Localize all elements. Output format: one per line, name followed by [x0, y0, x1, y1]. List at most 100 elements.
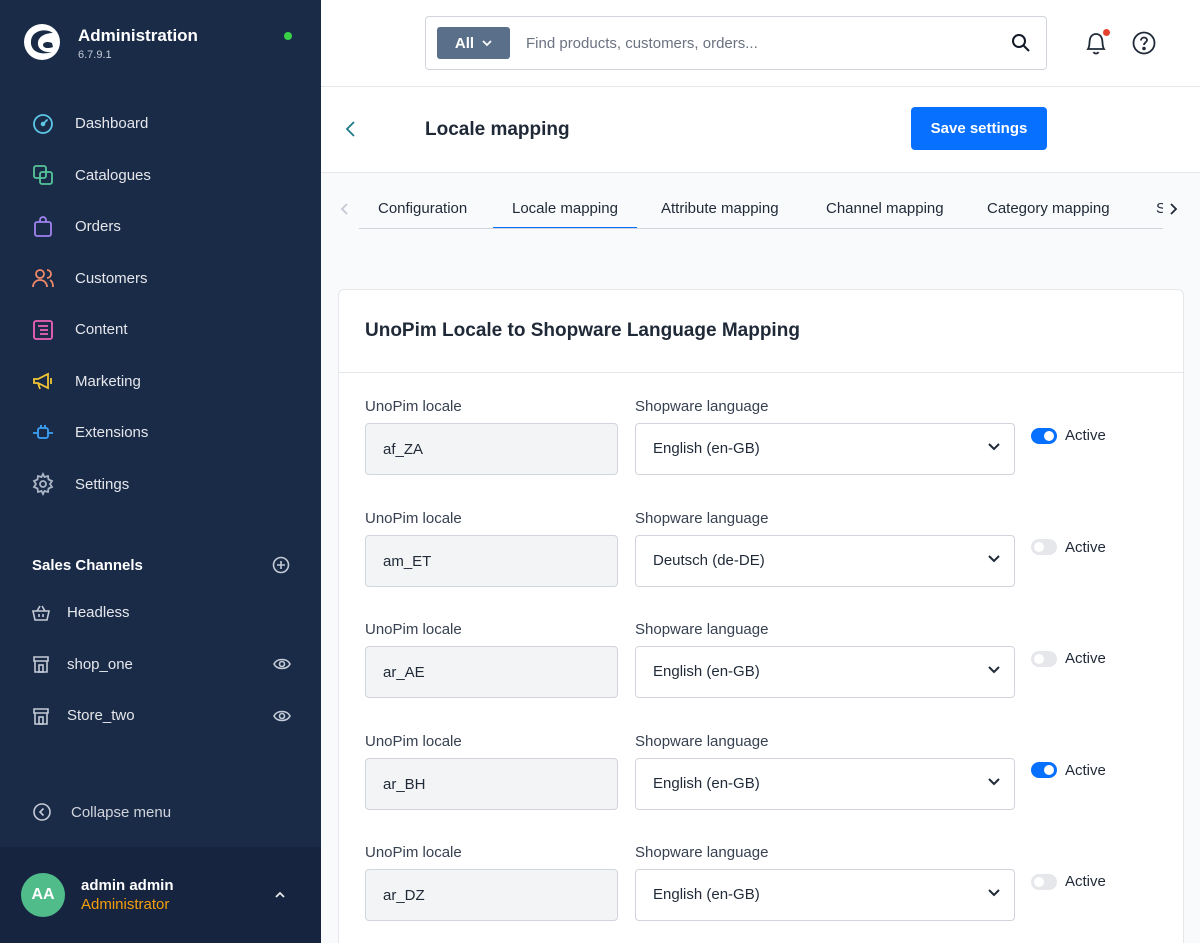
brand[interactable]: Administration 6.7.9.1 — [22, 22, 198, 62]
toggle-switch[interactable] — [1031, 427, 1057, 444]
basket-icon — [31, 601, 51, 625]
nav-label: Settings — [75, 475, 130, 493]
card-title: UnoPim Locale to Shopware Language Mappi… — [365, 320, 800, 341]
user-role: Administrator — [81, 896, 170, 913]
locale-label: UnoPim locale — [365, 844, 462, 861]
sales-channel-list: Headless shop_one Store_two — [0, 587, 321, 742]
nav-item-dashboard[interactable]: Dashboard — [0, 98, 321, 150]
sales-channel-store-two[interactable]: Store_two — [0, 690, 321, 742]
nav-label: Extensions — [75, 424, 149, 442]
active-label: Active — [1065, 873, 1106, 890]
chevron-down-icon — [482, 40, 492, 47]
tab-locale-mapping[interactable]: Locale mapping — [493, 191, 637, 228]
toggle-switch[interactable] — [1031, 873, 1057, 890]
language-label: Shopware language — [635, 621, 769, 638]
nav-label: Marketing — [75, 372, 141, 390]
sales-channels-header: Sales Channels — [32, 554, 290, 576]
sales-channel-headless[interactable]: Headless — [0, 587, 321, 639]
app-title: Administration — [78, 26, 198, 45]
chevron-down-icon — [988, 443, 1000, 451]
nav-item-customers[interactable]: Customers — [0, 253, 321, 305]
language-select-value: English (en-GB) — [653, 663, 760, 680]
tab-strip: Configuration Locale mapping Attribute m… — [359, 191, 1163, 229]
nav-item-marketing[interactable]: Marketing — [0, 356, 321, 408]
language-label: Shopware language — [635, 398, 769, 415]
active-label: Active — [1065, 761, 1106, 779]
user-menu[interactable]: AA admin admin Administrator — [0, 847, 321, 943]
locale-field: ar_DZ — [365, 869, 618, 921]
search-icon — [1012, 34, 1030, 52]
chevron-up-icon[interactable] — [272, 887, 288, 903]
language-select[interactable]: English (en-GB) — [635, 646, 1015, 698]
shopware-logo-icon — [24, 24, 60, 60]
help-icon[interactable] — [1131, 30, 1157, 56]
nav-item-settings[interactable]: Settings — [0, 459, 321, 511]
eye-icon[interactable] — [273, 709, 291, 723]
language-label: Shopware language — [635, 732, 769, 750]
tab-attribute-mapping[interactable]: Attribute mapping — [642, 191, 798, 228]
shopping-bag-icon — [31, 215, 55, 239]
mapping-row: UnoPim locale Shopware language ar_BH En… — [339, 725, 1183, 837]
locale-label: UnoPim locale — [365, 621, 462, 638]
language-select[interactable]: English (en-GB) — [635, 423, 1015, 475]
nav-item-catalogues[interactable]: Catalogues — [0, 150, 321, 202]
active-toggle[interactable]: Active — [1031, 427, 1106, 444]
locale-field: ar_AE — [365, 646, 618, 698]
sales-channels-title: Sales Channels — [32, 556, 143, 574]
sales-channel-label: Headless — [67, 604, 130, 622]
add-sales-channel-icon[interactable] — [272, 556, 290, 574]
search-scope-dropdown[interactable]: All — [437, 27, 510, 59]
tab-category-mapping[interactable]: Category mapping — [968, 191, 1129, 228]
storefront-icon — [31, 704, 51, 728]
tab-bar: Configuration Locale mapping Attribute m… — [321, 173, 1200, 231]
nav-label: Orders — [75, 218, 121, 236]
language-select-value: English (en-GB) — [653, 886, 760, 903]
nav-item-extensions[interactable]: Extensions — [0, 407, 321, 459]
active-label: Active — [1065, 427, 1106, 444]
tab-scroll-right-icon[interactable] — [1168, 202, 1178, 216]
mapping-row: UnoPim locale Shopware language ar_AE En… — [339, 613, 1183, 725]
online-status-dot — [284, 32, 292, 40]
collapse-icon — [31, 800, 53, 824]
megaphone-icon — [31, 369, 55, 393]
nav-item-orders[interactable]: Orders — [0, 201, 321, 253]
search-input[interactable] — [526, 34, 996, 52]
locale-label: UnoPim locale — [365, 398, 462, 415]
eye-icon[interactable] — [273, 657, 291, 671]
active-toggle[interactable]: Active — [1031, 539, 1106, 556]
page-title: Locale mapping — [425, 119, 570, 140]
nav-label: Catalogues — [75, 166, 151, 184]
language-select[interactable]: English (en-GB) — [635, 757, 1015, 810]
notification-badge — [1103, 29, 1110, 36]
mapping-row: UnoPim locale Shopware language af_ZA En… — [339, 390, 1183, 502]
active-toggle[interactable]: Active — [1031, 650, 1106, 667]
language-select[interactable]: Deutsch (de-DE) — [635, 534, 1015, 587]
toggle-switch[interactable] — [1031, 762, 1057, 778]
catalog-icon — [31, 163, 55, 187]
chevron-down-icon — [988, 666, 1000, 674]
chevron-down-icon — [988, 777, 1000, 785]
toggle-switch[interactable] — [1031, 539, 1057, 555]
nav-item-content[interactable]: Content — [0, 304, 321, 356]
save-settings-button[interactable]: Save settings — [911, 107, 1047, 150]
back-arrow-icon[interactable] — [343, 119, 359, 139]
tab-scroll-left-icon[interactable] — [340, 202, 350, 216]
sales-channel-label: shop_one — [67, 655, 133, 673]
collapse-menu-button[interactable]: Collapse menu — [31, 800, 171, 824]
avatar: AA — [21, 873, 65, 917]
language-select[interactable]: English (en-GB) — [635, 869, 1015, 921]
language-select-value: Deutsch (de-DE) — [653, 551, 765, 569]
active-toggle[interactable]: Active — [1031, 762, 1106, 779]
language-label: Shopware language — [635, 844, 769, 861]
mapping-rows: UnoPim locale Shopware language af_ZA En… — [339, 390, 1183, 943]
sales-channel-shop-one[interactable]: shop_one — [0, 639, 321, 691]
toggle-switch[interactable] — [1031, 650, 1057, 667]
locale-field: ar_BH — [365, 757, 618, 810]
active-toggle[interactable]: Active — [1031, 873, 1106, 890]
language-select-value: English (en-GB) — [653, 774, 760, 792]
tab-truncated[interactable]: S — [1137, 191, 1163, 228]
tab-configuration[interactable]: Configuration — [359, 191, 486, 228]
tab-channel-mapping[interactable]: Channel mapping — [807, 191, 963, 228]
search-button[interactable] — [996, 17, 1046, 69]
collapse-menu-label: Collapse menu — [71, 803, 172, 821]
